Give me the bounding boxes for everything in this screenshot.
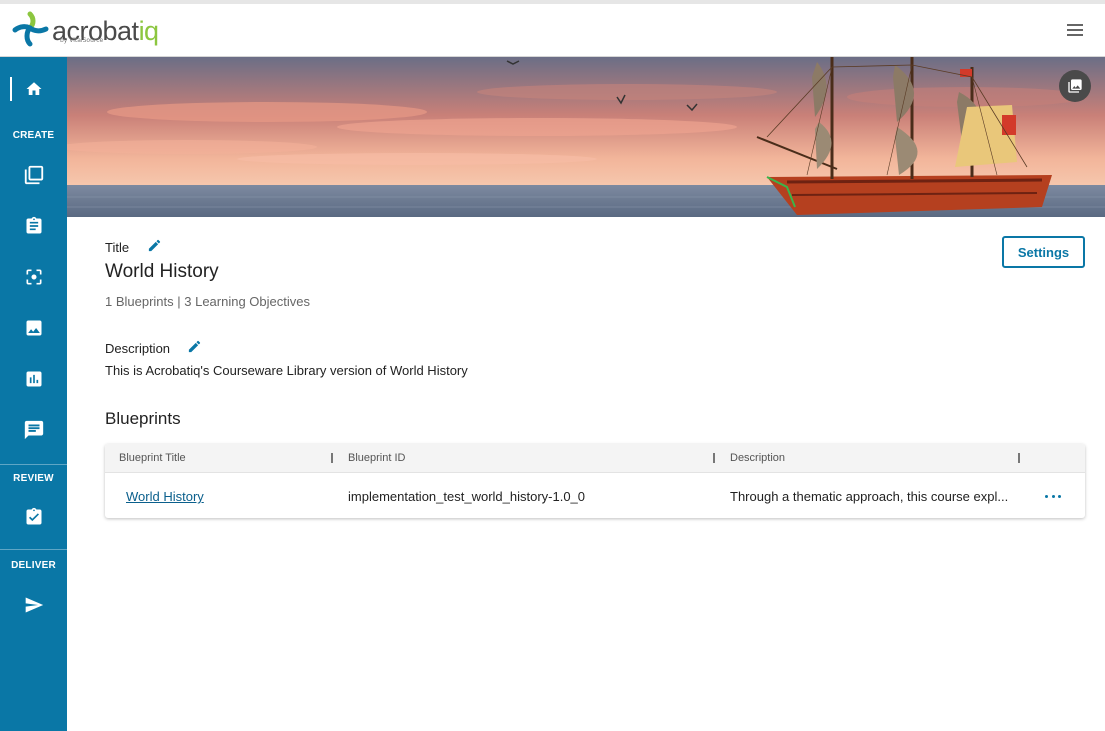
blueprint-title-link[interactable]: World History (126, 489, 204, 504)
assignment-check-icon (26, 507, 41, 525)
comment-icon (24, 420, 43, 440)
sidebar-item-copy[interactable] (0, 155, 67, 195)
column-resize-handle[interactable] (1018, 453, 1020, 463)
ship-at-sunset-illustration (67, 57, 1105, 217)
sidebar-item-analytics[interactable] (0, 359, 67, 399)
logo-mark-icon (12, 10, 50, 48)
blueprint-id: implementation_test_world_history-1.0_0 (348, 489, 586, 504)
sidebar-item-review[interactable] (0, 497, 67, 537)
course-title: World History (105, 261, 219, 282)
course-banner-image (67, 57, 1105, 217)
sidebar-section-review: REVIEW (13, 473, 54, 484)
column-header-blueprint-id[interactable]: Blueprint ID (348, 452, 405, 464)
home-icon (26, 82, 41, 95)
blueprints-table: Blueprint Title Blueprint ID Description… (105, 444, 1085, 518)
table-header: Blueprint Title Blueprint ID Description (105, 444, 1085, 473)
column-resize-handle[interactable] (713, 453, 715, 463)
sidebar-item-clipboard[interactable] (0, 206, 67, 246)
hamburger-menu-icon[interactable] (1067, 24, 1083, 38)
edit-title-icon[interactable] (147, 238, 162, 253)
logo-subtext: by VitalSource (60, 37, 104, 44)
column-header-blueprint-title[interactable]: Blueprint Title (119, 452, 186, 464)
logo-text-accent: iq (138, 16, 160, 46)
change-banner-image-button[interactable] (1059, 70, 1091, 102)
column-header-description[interactable]: Description (730, 452, 785, 464)
edit-description-icon[interactable] (187, 339, 202, 354)
blueprints-heading: Blueprints (105, 409, 181, 428)
sidebar-item-deliver[interactable] (0, 585, 67, 625)
acrobatiq-logo[interactable]: acrobatiq by VitalSource (12, 10, 159, 54)
focus-icon (26, 269, 41, 285)
sidebar-section-create: CREATE (12, 130, 55, 141)
sidebar-divider (0, 549, 67, 550)
column-resize-handle[interactable] (331, 453, 333, 463)
sidebar-item-image[interactable] (0, 308, 67, 348)
sidebar: CREATE REVIEW DELIVER (0, 57, 67, 731)
sidebar-item-comments[interactable] (0, 410, 67, 450)
more-options-icon[interactable] (1045, 488, 1061, 504)
course-meta: 1 Blueprints | 3 Learning Objectives (105, 294, 310, 309)
image-icon (26, 320, 41, 336)
blueprint-description: Through a thematic approach, this course… (730, 489, 1009, 504)
bar-chart-icon (26, 371, 41, 387)
description-label: Description (105, 341, 171, 356)
send-icon (25, 597, 43, 613)
image-icon (1068, 79, 1082, 93)
sidebar-section-deliver: DELIVER (11, 560, 56, 571)
sidebar-item-focus[interactable] (0, 257, 67, 297)
copy-icon (24, 165, 43, 185)
clipboard-icon (26, 216, 41, 234)
settings-button[interactable]: Settings (1002, 236, 1085, 268)
sidebar-divider (0, 464, 67, 465)
title-label: Title (105, 240, 130, 255)
top-bar: acrobatiq by VitalSource (0, 0, 1105, 57)
course-description: This is Acrobatiq's Courseware Library v… (105, 363, 468, 378)
sidebar-item-home[interactable] (0, 69, 67, 109)
